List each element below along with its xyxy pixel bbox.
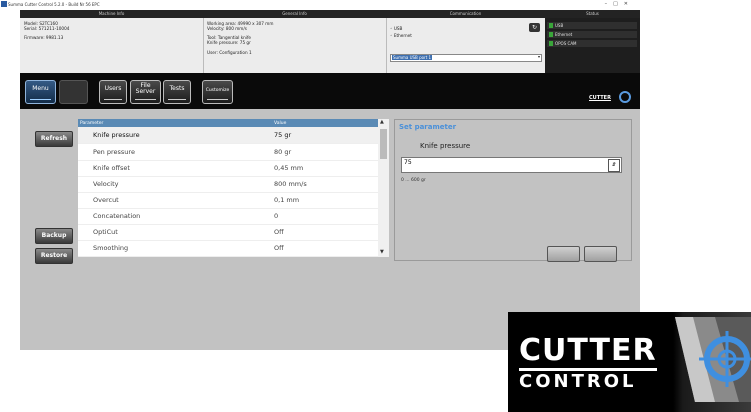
usb-radio[interactable]: ◦ USB — [390, 26, 402, 31]
set-parameter-panel: Set parameter Knife pressure 75 ⇵ 0 ... … — [394, 119, 632, 262]
table-row[interactable]: Knife pressure 75 gr — [78, 127, 378, 144]
usb-radio-label: USB — [393, 26, 403, 31]
restore-button[interactable]: Restore — [35, 248, 73, 264]
scroll-down-icon[interactable]: ▼ — [380, 249, 384, 255]
main-toolbar: Menu Users File Server Tests Customize CU… — [20, 73, 640, 109]
disabled-toolbar-button[interactable] — [59, 80, 88, 104]
window-controls[interactable]: –□✕ — [605, 1, 634, 7]
tests-button[interactable]: Tests — [163, 80, 191, 104]
app-window: Machine Info General Info Communication … — [20, 10, 640, 350]
column-header-value: Value — [274, 120, 287, 126]
table-row[interactable]: Knife offset 0,45 mm — [78, 160, 378, 177]
window-title-bar: Summa Cutter Control 5.2.0 - Build Nr 56… — [0, 0, 640, 9]
port-select[interactable]: Summa USB port 1 ▾ — [390, 54, 542, 62]
logo-text-control: CONTROL — [519, 371, 637, 392]
value-stepper-icon[interactable]: ⇵ — [608, 159, 620, 172]
apply-button[interactable] — [547, 246, 580, 262]
status-ok-icon — [549, 23, 553, 28]
refresh-connection-icon[interactable]: ↻ — [529, 23, 540, 32]
refresh-button[interactable]: Refresh — [35, 131, 73, 147]
cutter-control-logo: CUTTER CONTROL — [508, 312, 751, 412]
status-opos-cam: OPOS CAM — [547, 40, 637, 47]
maximize-icon[interactable]: □ — [613, 1, 624, 7]
table-row[interactable]: Smoothing Off — [78, 240, 378, 257]
status-section: USB Ethernet OPOS CAM — [545, 18, 640, 73]
file-server-button[interactable]: File Server — [130, 80, 161, 104]
customize-button[interactable]: Customize — [202, 80, 233, 104]
status-ok-icon — [549, 41, 553, 46]
column-header-parameter: Parameter — [80, 120, 104, 126]
machine-info-section: Model: S2TC160 Serial: 571211-10004 Firm… — [20, 18, 204, 73]
parameter-value: 75 — [404, 159, 412, 166]
target-logo-icon — [619, 91, 631, 103]
table-row[interactable]: Overcut 0,1 mm — [78, 192, 378, 209]
minimize-icon[interactable]: – — [605, 1, 614, 7]
table-row[interactable]: OptiCut Off — [78, 224, 378, 241]
ethernet-radio[interactable]: ◦ Ethernet — [390, 33, 412, 38]
status-ok-icon — [549, 32, 553, 37]
ethernet-radio-label: Ethernet — [393, 33, 412, 38]
table-row[interactable]: Velocity 800 mm/s — [78, 176, 378, 193]
app-icon — [1, 1, 7, 7]
table-row[interactable]: Concatenation 0 — [78, 208, 378, 225]
status-ethernet: Ethernet — [547, 31, 637, 38]
status-usb: USB — [547, 22, 637, 29]
status-header: Status — [586, 11, 599, 16]
general-info-header: General Info — [282, 11, 307, 16]
cancel-button[interactable] — [584, 246, 617, 262]
parameter-table: Parameter Value Knife pressure 75 gr Pen … — [78, 119, 389, 257]
general-info-section: Working area: 49990 x 307 mm Velocity: 8… — [203, 18, 387, 73]
table-scrollbar[interactable]: ▲ ▼ — [378, 119, 389, 257]
machine-info-header: Machine Info — [98, 11, 125, 16]
scrollbar-thumb[interactable] — [380, 129, 387, 159]
machine-serial: Serial: 571211-10004 — [24, 26, 70, 31]
general-user: User: Configuration 1 — [207, 50, 252, 55]
toolbar-logo: CUTTER — [589, 91, 635, 105]
machine-firmware: Firmware: 9981.13 — [24, 35, 64, 40]
communication-header: Communication — [449, 11, 482, 16]
general-knife-pressure: Knife pressure: 75 gr — [207, 40, 251, 45]
parameter-value-input[interactable]: 75 ⇵ — [401, 157, 622, 173]
general-velocity: Velocity: 800 mm/s — [207, 26, 247, 31]
backup-button[interactable]: Backup — [35, 228, 73, 244]
communication-section: ◦ USB ◦ Ethernet ↻ Summa USB port 1 ▾ — [386, 18, 546, 73]
crosshair-logo-icon — [675, 317, 751, 402]
table-row[interactable]: Pen pressure 80 gr — [78, 144, 378, 161]
users-button[interactable]: Users — [99, 80, 127, 104]
set-parameter-title: Set parameter — [399, 123, 457, 131]
port-select-value: Summa USB port 1 — [392, 55, 433, 60]
set-parameter-name: Knife pressure — [420, 142, 471, 150]
close-icon[interactable]: ✕ — [624, 1, 634, 7]
chevron-down-icon: ▾ — [537, 54, 540, 59]
menu-button[interactable]: Menu — [25, 80, 56, 104]
logo-text-cutter: CUTTER — [519, 333, 657, 368]
window-title: Summa Cutter Control 5.2.0 - Build Nr 56… — [8, 2, 100, 7]
table-header: Parameter Value — [78, 119, 378, 127]
info-section-headers: Machine Info General Info Communication … — [20, 10, 640, 18]
info-panel: Model: S2TC160 Serial: 571211-10004 Firm… — [20, 18, 640, 73]
scroll-up-icon[interactable]: ▲ — [380, 119, 384, 125]
parameter-range: 0 ... 600 gr — [401, 178, 426, 183]
